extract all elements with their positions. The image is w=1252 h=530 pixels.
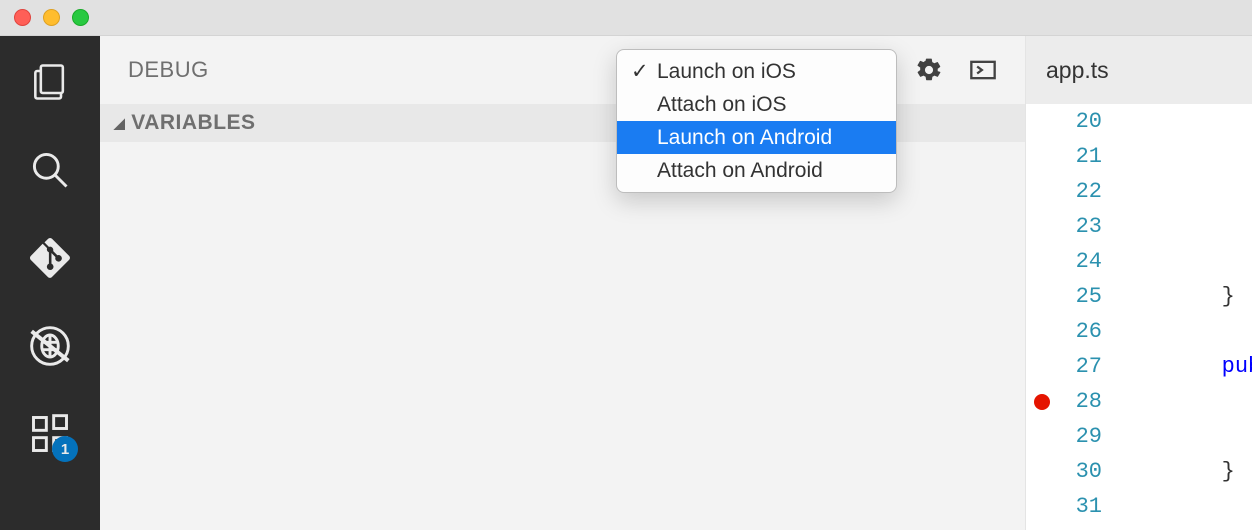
code-line: } — [1116, 279, 1252, 314]
extensions-badge: 1 — [52, 436, 78, 462]
line-number[interactable]: 30 — [1026, 454, 1102, 489]
code-line: } — [1116, 454, 1252, 489]
dropdown-item[interactable]: ✓ Launch on iOS — [617, 55, 896, 88]
dropdown-item-label: Launch on Android — [657, 126, 832, 150]
code-line — [1116, 314, 1252, 349]
activity-bar: 1 — [0, 36, 100, 530]
variables-label: VARIABLES — [131, 111, 255, 135]
line-number[interactable]: 27 — [1026, 349, 1102, 384]
dropdown-item-label: Attach on iOS — [657, 93, 787, 117]
line-number[interactable]: 23 — [1026, 209, 1102, 244]
line-number[interactable]: 28 — [1026, 384, 1102, 419]
line-number[interactable]: 20 — [1026, 104, 1102, 139]
code-line — [1116, 209, 1252, 244]
search-icon[interactable] — [28, 148, 72, 192]
debug-config-dropdown[interactable]: ✓ Launch on iOS Attach on iOS Launch on And… — [616, 49, 897, 193]
window-close-button[interactable] — [14, 9, 31, 26]
debug-icon[interactable] — [28, 324, 72, 368]
explorer-icon[interactable] — [28, 60, 72, 104]
tab-filename: app.ts — [1046, 57, 1109, 84]
code-line — [1116, 419, 1252, 454]
gear-icon[interactable] — [915, 56, 943, 84]
dropdown-item-label: Launch on iOS — [657, 60, 796, 84]
editor-tab[interactable]: app.ts — [1026, 36, 1252, 104]
debug-title: DEBUG — [128, 57, 209, 83]
title-bar — [0, 0, 1252, 36]
code-line — [1116, 384, 1252, 419]
code-line — [1116, 244, 1252, 279]
code-line — [1116, 139, 1252, 174]
dropdown-item[interactable]: Attach on iOS — [617, 88, 896, 121]
dropdown-item-label: Attach on Android — [657, 159, 823, 183]
extensions-icon[interactable]: 1 — [28, 412, 72, 456]
breakpoint-icon[interactable] — [1034, 394, 1050, 410]
editor-body[interactable]: 202122232425262728293031 set } pub } — [1026, 104, 1252, 530]
code-line — [1116, 174, 1252, 209]
git-icon[interactable] — [28, 236, 72, 280]
editor: app.ts 202122232425262728293031 set } pu… — [1025, 36, 1252, 530]
line-number[interactable]: 31 — [1026, 489, 1102, 524]
code-line: set — [1116, 104, 1252, 139]
check-icon: ✓ — [631, 59, 649, 84]
debug-console-icon[interactable] — [969, 56, 997, 84]
window-maximize-button[interactable] — [72, 9, 89, 26]
code-area[interactable]: set } pub } — [1116, 104, 1252, 530]
window-minimize-button[interactable] — [43, 9, 60, 26]
line-number[interactable]: 24 — [1026, 244, 1102, 279]
line-number[interactable]: 25 — [1026, 279, 1102, 314]
line-number[interactable]: 29 — [1026, 419, 1102, 454]
dropdown-item[interactable]: Launch on Android — [617, 121, 896, 154]
line-number[interactable]: 26 — [1026, 314, 1102, 349]
line-number[interactable]: 22 — [1026, 174, 1102, 209]
dropdown-item[interactable]: Attach on Android — [617, 154, 896, 187]
gutter[interactable]: 202122232425262728293031 — [1026, 104, 1116, 530]
code-line — [1116, 489, 1252, 524]
code-line: pub — [1116, 349, 1252, 384]
twisty-icon: ◢ — [114, 115, 125, 132]
line-number[interactable]: 21 — [1026, 139, 1102, 174]
